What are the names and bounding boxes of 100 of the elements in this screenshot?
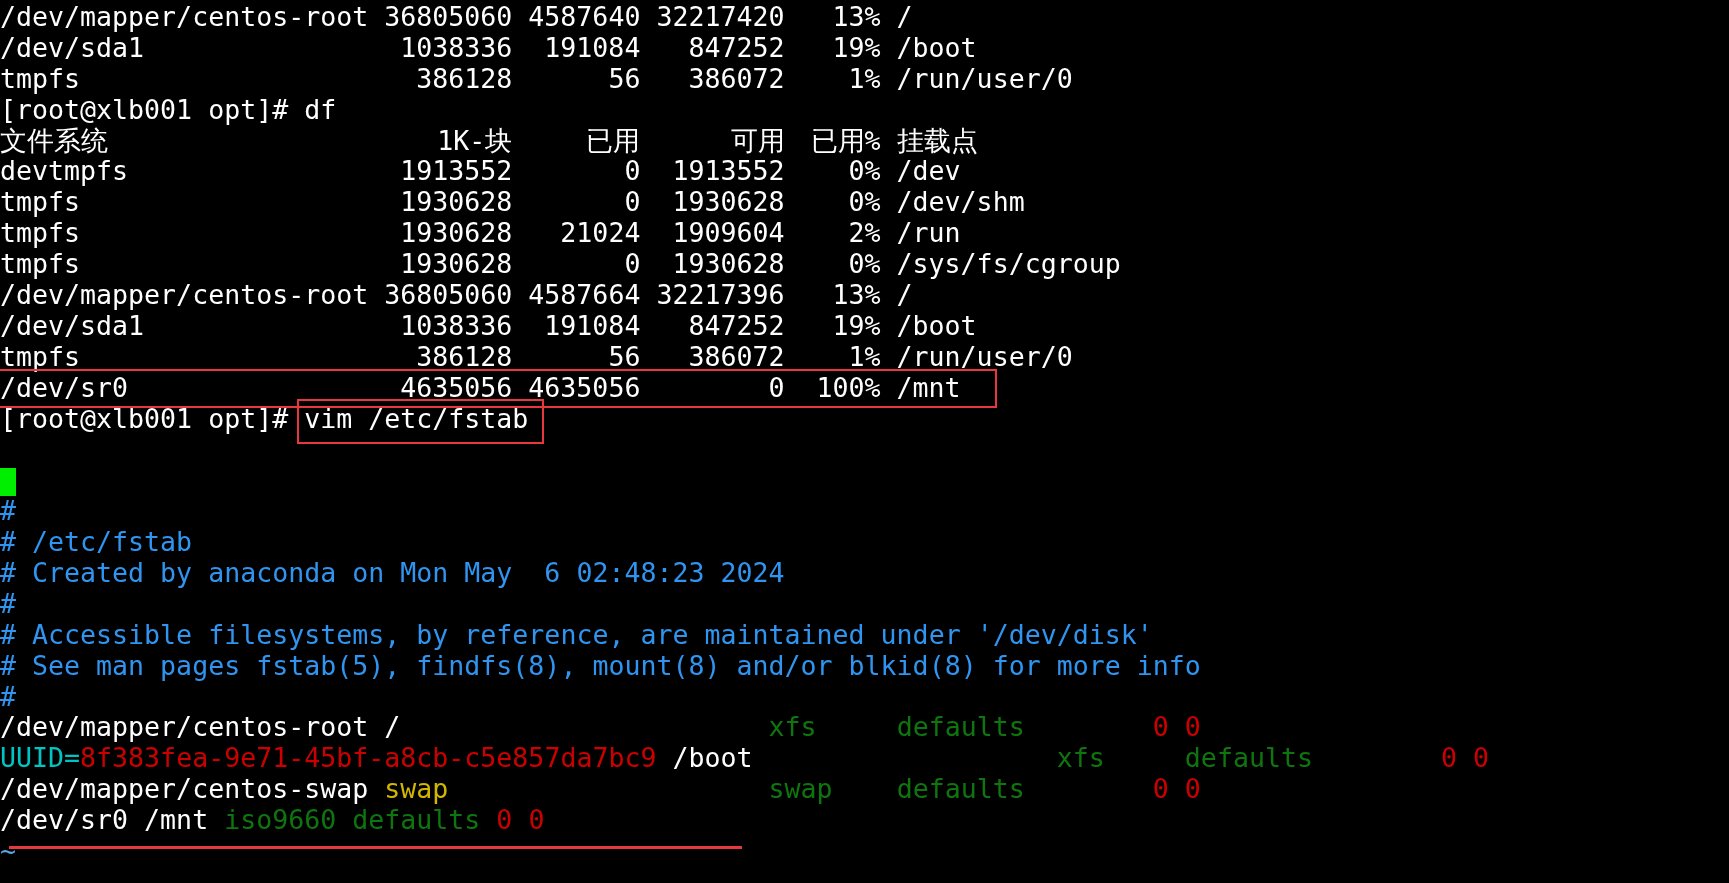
- terminal-text: /dev/mapper/centos-root /: [0, 711, 401, 743]
- terminal-text: 847252: [687, 310, 785, 342]
- terminal-text: 8f383fea-9e71-45bf-a8cb-c5e857da7bc9: [80, 742, 657, 774]
- terminal-text: 13%: [831, 280, 881, 311]
- terminal-text: 0 0: [1441, 742, 1490, 774]
- terminal-text: devtmpfs: [0, 156, 130, 188]
- terminal-text: 0%: [847, 156, 881, 188]
- terminal-text: xfs: [1056, 742, 1105, 774]
- terminal-text: /boot: [672, 742, 753, 774]
- terminal-text: 56: [607, 341, 641, 373]
- terminal-text: /dev/sr0: [0, 372, 130, 404]
- terminal-text: 32217420: [655, 2, 785, 33]
- terminal-text: 已用%: [809, 125, 881, 157]
- terminal-text: 0 0: [496, 804, 545, 836]
- terminal-text: 1038336: [399, 32, 513, 64]
- terminal-text: /run/user/0: [895, 341, 1073, 373]
- terminal-text: 4587640: [527, 2, 641, 33]
- terminal-text: 2%: [847, 218, 881, 250]
- terminal-text: 1913552: [671, 156, 785, 188]
- terminal-text: 36805060: [384, 280, 513, 311]
- terminal-text: 386128: [415, 63, 513, 95]
- terminal-text: 56: [607, 63, 641, 95]
- terminal-text: defaults: [1184, 742, 1313, 774]
- terminal-text: /sys/fs/cgroup: [895, 249, 1121, 281]
- terminal-text: 1038336: [399, 310, 513, 342]
- terminal-text: swap: [768, 773, 833, 805]
- terminal-text: 挂载点: [895, 125, 979, 157]
- shell-command: df: [304, 94, 337, 126]
- shell-prompt: [root@xlb001 opt]#: [0, 93, 289, 125]
- terminal-text: tmpfs: [0, 63, 82, 95]
- terminal-text: 0%: [847, 249, 881, 281]
- terminal-text: /dev/mapper/centos-swap: [0, 773, 369, 805]
- terminal-text: 36805060: [384, 2, 513, 33]
- terminal-text: 21024: [559, 218, 641, 250]
- terminal-text: 100%: [815, 372, 881, 404]
- terminal-text: defaults: [352, 804, 481, 836]
- terminal-text: # /etc/fstab: [0, 526, 193, 558]
- terminal-text: 13%: [831, 2, 881, 33]
- terminal-text: /run: [895, 218, 962, 250]
- terminal-text: /mnt: [895, 372, 962, 404]
- terminal-text: 0%: [847, 187, 881, 219]
- terminal-text: 0 0: [1152, 773, 1201, 805]
- terminal-text: 191084: [543, 32, 641, 64]
- terminal-text: 386072: [687, 63, 785, 95]
- terminal-text: tmpfs: [0, 218, 82, 250]
- terminal-text: tmpfs: [0, 341, 82, 373]
- terminal-text: 386128: [415, 341, 513, 373]
- terminal-text: 0: [623, 156, 641, 188]
- terminal-text: /: [895, 2, 914, 33]
- terminal-text: 0: [623, 187, 641, 219]
- terminal-text: 1930628: [399, 187, 513, 219]
- terminal-text: 1913552: [399, 156, 513, 188]
- terminal-text: 19%: [831, 310, 881, 342]
- terminal-text: #: [0, 587, 16, 619]
- terminal-text: /dev/sr0 /mnt: [0, 804, 209, 836]
- terminal-text: /boot: [895, 32, 978, 64]
- terminal-text: 可用: [729, 125, 785, 157]
- terminal-text: # Created by anaconda on Mon May 6 02:48:23 2024: [0, 557, 785, 589]
- terminal-text: defaults: [896, 711, 1025, 743]
- terminal-text: # See man pages fstab(5), findfs(8), mount(8) and/or blkid(8) for more info: [0, 649, 1201, 681]
- terminal-text: 文件系统: [0, 125, 109, 157]
- terminal-text: 1930628: [671, 187, 785, 219]
- terminal-text: 1930628: [399, 218, 513, 250]
- terminal-text: /boot: [895, 310, 978, 342]
- terminal-text: 32217396: [655, 280, 785, 311]
- terminal-text: #: [0, 680, 16, 712]
- terminal-text: tmpfs: [0, 249, 82, 281]
- terminal-text: /run/user/0: [895, 63, 1073, 95]
- terminal-text: 386072: [687, 341, 785, 373]
- terminal-text: #: [0, 495, 16, 527]
- terminal-text: 1%: [847, 63, 881, 95]
- terminal-text: /dev/sda1: [0, 32, 145, 64]
- terminal-text: 0: [767, 372, 785, 404]
- terminal-text: 已用: [585, 125, 641, 157]
- terminal-text: iso9660: [224, 804, 337, 836]
- terminal-text: /: [895, 280, 914, 311]
- terminal-text: 847252: [687, 32, 785, 64]
- shell-prompt: [root@xlb001 opt]#: [0, 402, 289, 434]
- terminal-text: xfs: [768, 711, 817, 743]
- terminal-text: /dev/shm: [895, 187, 1025, 219]
- terminal-text: /dev/sda1: [0, 310, 145, 342]
- terminal-text: 4587664: [527, 280, 641, 311]
- text-cursor: [0, 467, 16, 496]
- terminal-text: /dev/mapper/centos-root: [0, 280, 370, 311]
- terminal-text: UUID=: [0, 742, 81, 774]
- terminal-text: 0 0: [1152, 711, 1201, 743]
- terminal-text: 1930628: [671, 249, 785, 281]
- terminal-text: 19%: [831, 32, 881, 64]
- terminal-text: defaults: [896, 773, 1025, 805]
- terminal-text: 1930628: [399, 249, 513, 281]
- terminal-text: ~: [0, 835, 16, 867]
- terminal-text: 1909604: [671, 218, 785, 250]
- terminal-text: 0: [623, 249, 641, 281]
- terminal-text: /dev: [895, 156, 962, 188]
- terminal-text: # Accessible filesystems, by reference, are maintained under '/dev/disk': [0, 618, 1153, 650]
- terminal-text: swap: [384, 773, 449, 805]
- terminal-text: 1K-块: [436, 125, 513, 157]
- terminal-text: /dev/mapper/centos-root: [0, 2, 370, 33]
- terminal-text: 1%: [847, 341, 881, 373]
- terminal-text: tmpfs: [0, 187, 82, 219]
